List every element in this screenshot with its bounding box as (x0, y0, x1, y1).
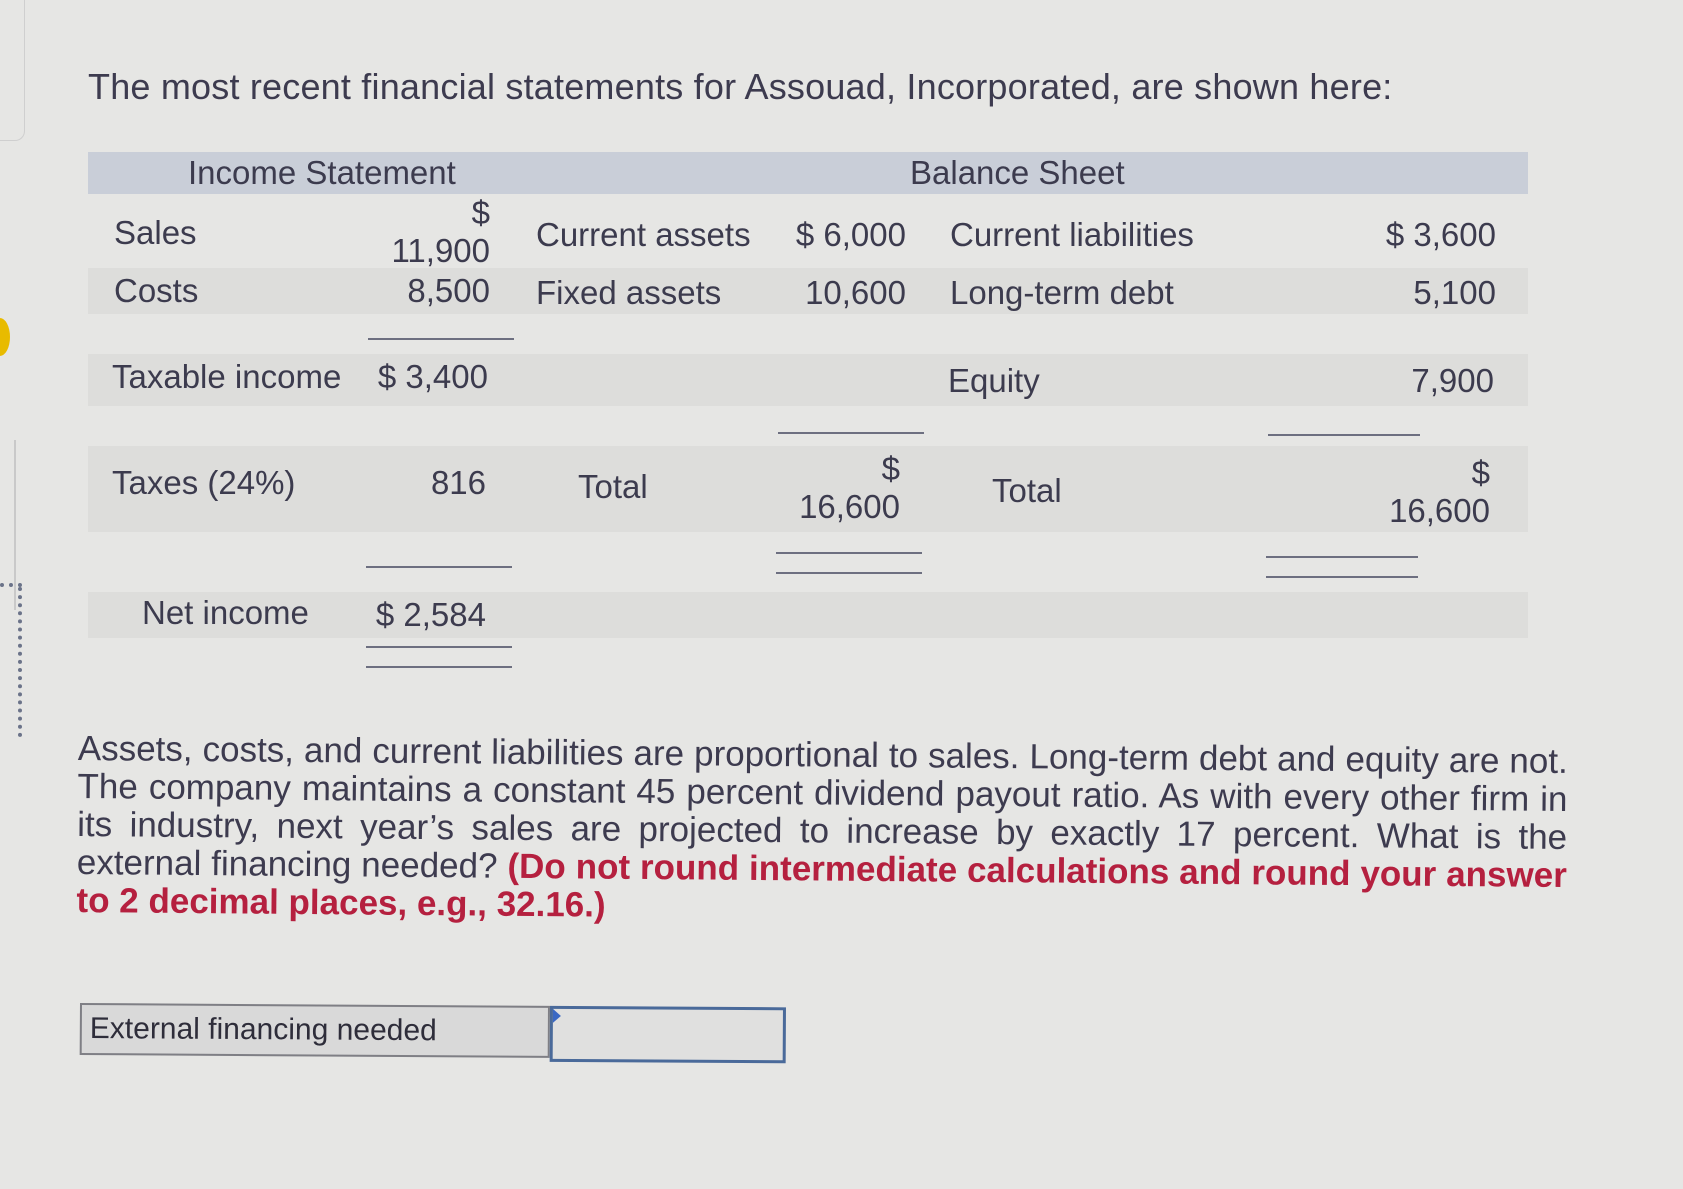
sales-amount: 11,900 (391, 232, 490, 269)
sales-currency: $ (471, 194, 490, 231)
answer-row: External financing needed (79, 1003, 786, 1064)
input-flag-icon (552, 1008, 561, 1023)
spacer-row (88, 406, 1528, 446)
assets-total-rule (778, 432, 924, 434)
liabilities-double-rule-bottom (1266, 576, 1418, 578)
net-income-double-rule-bottom (366, 666, 512, 668)
assets-total-currency: $ (881, 450, 900, 487)
table-header: Income Statement Balance Sheet (88, 152, 1528, 194)
taxable-income-value: $ 3,400 (377, 358, 488, 395)
liabilities-total-rule (1268, 434, 1420, 436)
focus-outline-vertical (18, 587, 22, 737)
liabilities-total-currency: $ (1471, 454, 1490, 491)
table-row: Net income $ 2,584 (88, 592, 1528, 638)
fixed-assets-label: Fixed assets (536, 274, 722, 311)
assets-double-rule-top (776, 552, 922, 554)
liabilities-total-value: $ 16,600 (1389, 454, 1490, 530)
intro-text: The most recent financial statements for… (88, 66, 1393, 107)
assets-total-amount: 16,600 (799, 488, 900, 525)
equity-value: 7,900 (1411, 362, 1494, 399)
external-financing-input[interactable] (549, 1005, 786, 1064)
spacer-row (88, 532, 1528, 592)
liabilities-total-amount: 16,600 (1389, 492, 1490, 529)
long-term-debt-label: Long-term debt (950, 274, 1174, 311)
net-income-double-rule-top (366, 646, 512, 648)
table-row: Costs 8,500 Fixed assets 10,600 Long-ter… (88, 268, 1528, 314)
scroll-indicator-icon (0, 318, 10, 356)
financial-statements-table: Income Statement Balance Sheet Sales $ 1… (88, 152, 1528, 678)
balance-sheet-header: Balance Sheet (910, 154, 1125, 191)
spacer-row (88, 638, 1528, 678)
long-term-debt-value: 5,100 (1413, 274, 1496, 311)
subtotal-rule (368, 338, 514, 340)
table-row: Sales $ 11,900 Current assets $ 6,000 Cu… (88, 194, 1528, 270)
external-financing-label: External financing needed (79, 1003, 550, 1058)
costs-label: Costs (114, 272, 199, 309)
income-statement-header: Income Statement (188, 154, 456, 191)
current-assets-value: $ 6,000 (795, 216, 906, 253)
liabilities-total-label: Total (992, 472, 1062, 509)
current-liabilities-label: Current liabilities (950, 216, 1194, 253)
sales-value: $ 11,900 (392, 194, 490, 270)
table-row: Taxable income $ 3,400 Equity 7,900 (88, 354, 1528, 406)
net-income-label: Net income (142, 594, 309, 631)
taxes-value: 816 (430, 464, 486, 501)
net-income-value: $ 2,584 (375, 596, 486, 633)
costs-value: 8,500 (407, 272, 490, 309)
equity-label: Equity (948, 362, 1040, 399)
spacer-row (88, 314, 1528, 354)
window-edge (0, 0, 25, 141)
current-liabilities-value: $ 3,600 (1385, 216, 1496, 253)
assets-total-value: $ 16,600 (799, 450, 900, 526)
assets-double-rule-bottom (776, 572, 922, 574)
answer-input-wrapper (549, 1005, 786, 1064)
current-assets-label: Current assets (536, 216, 751, 253)
fixed-assets-value: 10,600 (805, 274, 906, 311)
sales-label: Sales (114, 214, 197, 251)
liabilities-double-rule-top (1266, 556, 1418, 558)
taxes-label: Taxes (24%) (112, 464, 296, 501)
table-row: Taxes (24%) 816 Total $ 16,600 Total $ 1… (88, 446, 1528, 532)
taxable-income-label: Taxable income (112, 358, 342, 395)
assets-total-label: Total (578, 468, 648, 505)
taxes-rule (366, 566, 512, 568)
question-text: Assets, costs, and current liabilities a… (76, 729, 1568, 933)
